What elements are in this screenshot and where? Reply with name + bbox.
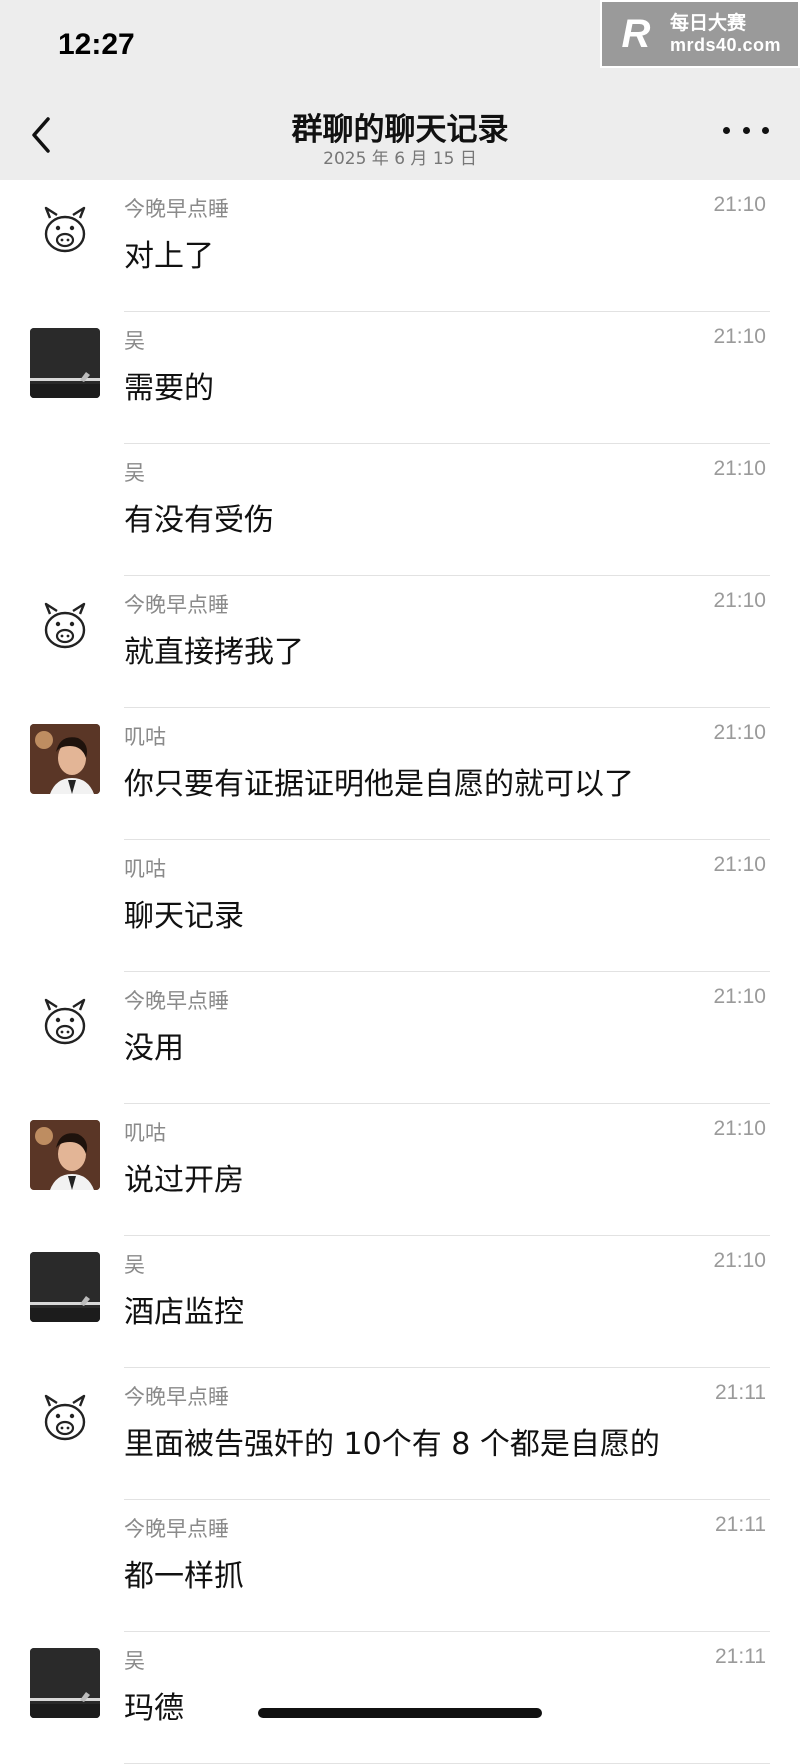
home-indicator[interactable] — [258, 1708, 542, 1718]
message-text[interactable]: 说过开房 — [124, 1155, 244, 1199]
message-sender: 叽咕 — [124, 857, 166, 881]
message-row[interactable]: 吴 21:10 需要的 — [0, 312, 800, 444]
page-subtitle-date: 2025 年 6 月 15 日 — [323, 149, 477, 169]
dark-avatar-image — [30, 1252, 100, 1322]
message-text[interactable]: 就直接拷我了 — [124, 627, 304, 671]
message-time: 21:11 — [715, 1381, 766, 1404]
message-sender: 今晚早点睡 — [124, 1517, 229, 1541]
dark-avatar-image — [30, 328, 100, 398]
avatar[interactable] — [30, 328, 100, 398]
message-sender: 吴 — [124, 329, 145, 353]
message-sender: 吴 — [124, 461, 145, 485]
message-row[interactable]: 吴 21:10 有没有受伤 — [0, 444, 800, 576]
message-time: 21:10 — [713, 721, 766, 744]
message-time: 21:10 — [713, 325, 766, 348]
top-bar: 12:27 R 每日大赛 mrds40.com 群聊的聊天记录 2025 年 6… — [0, 0, 800, 180]
message-time: 21:10 — [713, 1117, 766, 1140]
message-text[interactable]: 你只要有证据证明他是自愿的就可以了 — [124, 759, 634, 803]
message-time: 21:10 — [713, 589, 766, 612]
avatar[interactable] — [30, 988, 100, 1058]
watermark: R 每日大赛 mrds40.com — [600, 0, 800, 68]
message-sender: 吴 — [124, 1253, 145, 1277]
message-row[interactable]: 吴 21:10 酒店监控 — [0, 1236, 800, 1368]
ellipsis-icon — [723, 126, 730, 134]
message-text[interactable]: 有没有受伤 — [124, 495, 274, 539]
message-time: 21:10 — [713, 853, 766, 876]
message-sender: 叽咕 — [124, 725, 166, 749]
message-time: 21:10 — [713, 1249, 766, 1272]
message-text[interactable]: 对上了 — [124, 231, 214, 275]
message-text[interactable]: 没用 — [124, 1023, 184, 1067]
status-time: 12:27 — [58, 28, 135, 61]
message-row[interactable]: 叽咕 21:10 说过开房 — [0, 1104, 800, 1236]
pig-avatar-icon — [44, 1394, 86, 1441]
avatar[interactable] — [30, 196, 100, 266]
message-text[interactable]: 酒店监控 — [124, 1287, 244, 1331]
message-row[interactable]: 叽咕 21:10 聊天记录 — [0, 840, 800, 972]
page-title: 群聊的聊天记录 — [291, 112, 509, 148]
message-text[interactable]: 聊天记录 — [124, 891, 244, 935]
pig-avatar-icon — [44, 206, 86, 253]
message-row[interactable]: 今晚早点睡 21:10 就直接拷我了 — [0, 576, 800, 708]
avatar[interactable] — [30, 1648, 100, 1718]
message-sender: 今晚早点睡 — [124, 593, 229, 617]
message-time: 21:10 — [713, 457, 766, 480]
watermark-name: 每日大赛 — [670, 11, 747, 34]
message-text[interactable]: 里面被告强奸的 10个有 8 个都是自愿的 — [124, 1419, 660, 1463]
message-sender: 今晚早点睡 — [124, 197, 229, 221]
message-row[interactable]: 今晚早点睡 21:11 都一样抓 — [0, 1500, 800, 1632]
dark-avatar-image — [30, 1648, 100, 1718]
avatar[interactable] — [30, 1120, 100, 1190]
message-row[interactable]: 今晚早点睡 21:10 对上了 — [0, 180, 800, 312]
person-avatar-image — [30, 724, 100, 794]
pig-avatar-icon — [44, 998, 86, 1045]
message-time: 21:10 — [713, 985, 766, 1008]
message-text[interactable]: 需要的 — [124, 363, 214, 407]
message-time: 21:11 — [715, 1513, 766, 1536]
message-row[interactable]: 吴 21:11 玛德 — [0, 1632, 800, 1764]
pig-avatar-icon — [44, 602, 86, 649]
avatar[interactable] — [30, 1384, 100, 1454]
message-time: 21:11 — [715, 1645, 766, 1668]
message-text[interactable]: 都一样抓 — [124, 1551, 244, 1595]
message-row[interactable]: 今晚早点睡 21:11 里面被告强奸的 10个有 8 个都是自愿的 — [0, 1368, 800, 1500]
avatar[interactable] — [30, 592, 100, 662]
message-sender: 今晚早点睡 — [124, 1385, 229, 1409]
avatar[interactable] — [30, 1252, 100, 1322]
message-time: 21:10 — [713, 193, 766, 216]
watermark-url: mrds40.com — [670, 34, 782, 55]
message-text[interactable]: 玛德 — [124, 1683, 184, 1727]
watermark-logo-icon: R — [621, 11, 651, 56]
message-list[interactable]: 今晚早点睡 21:10 对上了 吴 21:10 需要的 吴 21:10 有没有受… — [0, 180, 800, 1764]
more-button[interactable] — [723, 120, 769, 140]
avatar[interactable] — [30, 724, 100, 794]
message-sender: 吴 — [124, 1649, 145, 1673]
person-avatar-image — [30, 1120, 100, 1190]
message-sender: 今晚早点睡 — [124, 989, 229, 1013]
message-sender: 叽咕 — [124, 1121, 166, 1145]
message-row[interactable]: 今晚早点睡 21:10 没用 — [0, 972, 800, 1104]
message-row[interactable]: 叽咕 21:10 你只要有证据证明他是自愿的就可以了 — [0, 708, 800, 840]
